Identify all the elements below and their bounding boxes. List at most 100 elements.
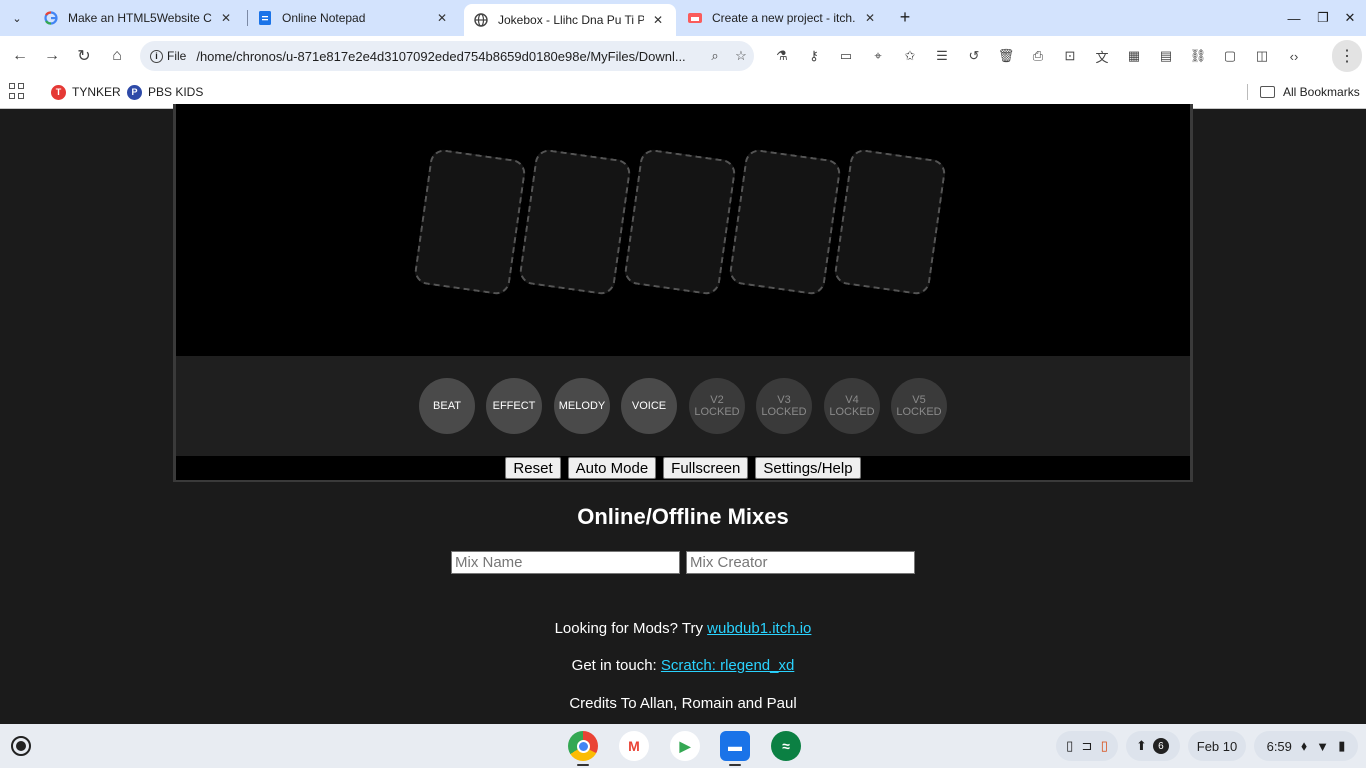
globe-icon xyxy=(474,13,488,27)
running-indicator xyxy=(577,764,589,766)
character-slot[interactable] xyxy=(833,147,947,297)
reader-mode-icon[interactable]: ▤ xyxy=(1150,44,1182,68)
close-icon[interactable]: ✕ xyxy=(650,12,666,28)
location-pin-icon[interactable]: ⌖ xyxy=(862,44,894,68)
apps-grid-icon[interactable] xyxy=(9,83,25,99)
battery-icon: ⬧ xyxy=(1301,738,1307,753)
tab-title: Create a new project - itch.io xyxy=(712,11,856,25)
fullscreen-button[interactable]: Fullscreen xyxy=(663,457,749,479)
notifications-tray[interactable]: ⬆ 6 xyxy=(1126,731,1180,761)
sound-v5-locked: V5 LOCKED xyxy=(891,378,947,434)
mixes-heading: Online/Offline Mixes xyxy=(577,504,789,529)
status-tray[interactable]: 6:59 ⬧ ▼ ▮ xyxy=(1254,731,1358,761)
reading-list-icon[interactable]: ☰ xyxy=(926,44,958,68)
site-info-chip[interactable]: i File xyxy=(140,49,192,63)
gmail-app-icon[interactable]: M xyxy=(619,731,649,761)
close-icon[interactable]: ✕ xyxy=(862,10,878,26)
mods-link[interactable]: wubdub1.itch.io xyxy=(707,620,811,637)
qr-code-icon[interactable]: ▦ xyxy=(1118,44,1150,68)
link-icon[interactable]: ⛓ xyxy=(1182,44,1214,68)
character-slot[interactable] xyxy=(728,147,842,297)
character-slot[interactable] xyxy=(623,147,737,297)
mods-text: Looking for Mods? Try xyxy=(554,620,703,637)
tab-online-notepad[interactable]: Online Notepad ✕ xyxy=(248,4,460,32)
favorites-icon[interactable]: ✩ xyxy=(894,44,926,68)
reload-icon[interactable]: ↻ xyxy=(72,44,96,68)
mix-creator-input[interactable] xyxy=(686,551,915,574)
page-content: BEAT EFFECT MELODY VOICE V2 LOCKED V3 LO… xyxy=(0,104,1366,724)
side-panel-icon[interactable]: ◫ xyxy=(1246,44,1278,68)
sound-effect-button[interactable]: EFFECT xyxy=(486,378,542,434)
extension-icon-1[interactable]: ⚗ xyxy=(766,44,798,68)
game-frame: BEAT EFFECT MELODY VOICE V2 LOCKED V3 LO… xyxy=(173,104,1193,482)
sound-melody-button[interactable]: MELODY xyxy=(554,378,610,434)
reset-button[interactable]: Reset xyxy=(505,457,561,479)
character-slot[interactable] xyxy=(518,147,632,297)
doc-icon xyxy=(258,11,272,25)
address-bar[interactable]: i File /home/chronos/u-871e817e2e4d31070… xyxy=(140,41,754,71)
zoom-icon[interactable]: ⌕ xyxy=(702,45,728,67)
contact-link[interactable]: Scratch: rlegend_xd xyxy=(661,657,794,674)
site-chip-label: File xyxy=(167,49,187,63)
url-text[interactable]: /home/chronos/u-871e817e2e4d3107092eded7… xyxy=(196,49,702,64)
bookmark-tynker[interactable]: T TYNKER xyxy=(51,82,121,102)
tab-html5-website[interactable]: Make an HTML5Website Called ✕ xyxy=(34,4,244,32)
download-icon: ⬆ xyxy=(1136,738,1147,753)
sound-v4-locked: V4 LOCKED xyxy=(824,378,880,434)
password-key-icon[interactable]: ⚷ xyxy=(798,44,830,68)
kebab-menu-icon[interactable]: ⋮ xyxy=(1332,40,1362,72)
holding-space-tray[interactable]: ▯ ⊐ ▯ xyxy=(1056,731,1118,761)
files-app-icon[interactable]: ▬ xyxy=(720,731,750,761)
credits-line: Credits To Allan, Romain and Paul xyxy=(569,695,797,712)
screenshot-icon: ⊐ xyxy=(1081,738,1093,753)
restore-icon[interactable]: ❐ xyxy=(1312,8,1334,28)
tab-jokebox[interactable]: Jokebox - Llihc Dna Pu Ti Pmu ✕ xyxy=(464,4,676,36)
new-tab-icon[interactable]: + xyxy=(895,8,915,27)
dev-tools-icon[interactable]: ‹› xyxy=(1278,44,1310,68)
history-icon[interactable]: ↺ xyxy=(958,44,990,68)
sound-voice-button[interactable]: VOICE xyxy=(621,378,677,434)
lens-icon[interactable]: ⊡ xyxy=(1054,44,1086,68)
messenger-app-icon[interactable]: ≈ xyxy=(771,731,801,761)
bookmarks-separator xyxy=(1247,84,1248,100)
back-icon[interactable]: ← xyxy=(8,44,32,68)
window-close-icon[interactable]: ✕ xyxy=(1339,8,1361,28)
sound-palette: BEAT EFFECT MELODY VOICE V2 LOCKED V3 LO… xyxy=(176,356,1190,456)
tab-search-chevron-icon[interactable]: ⌄ xyxy=(6,8,28,28)
delete-icon[interactable]: 🗑 xyxy=(990,44,1022,68)
chrome-app-icon[interactable] xyxy=(568,731,598,761)
settings-help-button[interactable]: Settings/Help xyxy=(755,457,861,479)
all-bookmarks-button[interactable]: All Bookmarks xyxy=(1260,82,1360,102)
translate-icon[interactable]: 文 xyxy=(1086,44,1118,68)
tab-itch-new-project[interactable]: Create a new project - itch.io ✕ xyxy=(678,4,888,32)
wifi-icon: ▼ xyxy=(1316,738,1330,754)
battery-level-icon: ▮ xyxy=(1338,738,1346,753)
bookmark-pbs-kids[interactable]: P PBS KIDS xyxy=(127,82,203,102)
character-stage xyxy=(176,104,1190,356)
mix-name-input[interactable] xyxy=(451,551,680,574)
minimize-icon[interactable]: — xyxy=(1283,8,1305,28)
play-store-app-icon[interactable]: ▶ xyxy=(670,731,700,761)
pdf-icon: ▯ xyxy=(1100,738,1108,753)
date-tray[interactable]: Feb 10 xyxy=(1188,731,1246,761)
cast-icon[interactable]: ▢ xyxy=(1214,44,1246,68)
close-icon[interactable]: ✕ xyxy=(434,10,450,26)
extension-icons: ⚗ ⚷ ▭ ⌖ ✩ ☰ ↺ 🗑 ⎙ ⊡ 文 ▦ ▤ ⛓ ▢ ◫ ‹› xyxy=(766,44,1310,68)
auto-mode-button[interactable]: Auto Mode xyxy=(567,457,657,479)
browser-toolbar: ← → ↻ ⌂ i File /home/chronos/u-871e817e2… xyxy=(0,36,1366,76)
sound-v3-locked: V3 LOCKED xyxy=(756,378,812,434)
print-icon[interactable]: ⎙ xyxy=(1022,44,1054,68)
notification-count: 6 xyxy=(1152,738,1169,754)
folder-icon xyxy=(1260,86,1275,98)
close-icon[interactable]: ✕ xyxy=(218,10,234,26)
payment-card-icon[interactable]: ▭ xyxy=(830,44,862,68)
launcher-icon[interactable] xyxy=(11,736,31,756)
bookmark-star-icon[interactable]: ☆ xyxy=(728,45,754,67)
forward-icon[interactable]: → xyxy=(40,44,64,68)
running-indicator xyxy=(729,764,741,766)
character-slot[interactable] xyxy=(413,147,527,297)
sound-beat-button[interactable]: BEAT xyxy=(419,378,475,434)
os-shelf: M ▶ ▬ ≈ ▯ ⊐ ▯ ⬆ 6 Feb 10 6:59 ⬧ ▼ ▮ xyxy=(0,724,1366,768)
home-icon[interactable]: ⌂ xyxy=(105,44,129,68)
bookmark-label: TYNKER xyxy=(72,85,121,99)
